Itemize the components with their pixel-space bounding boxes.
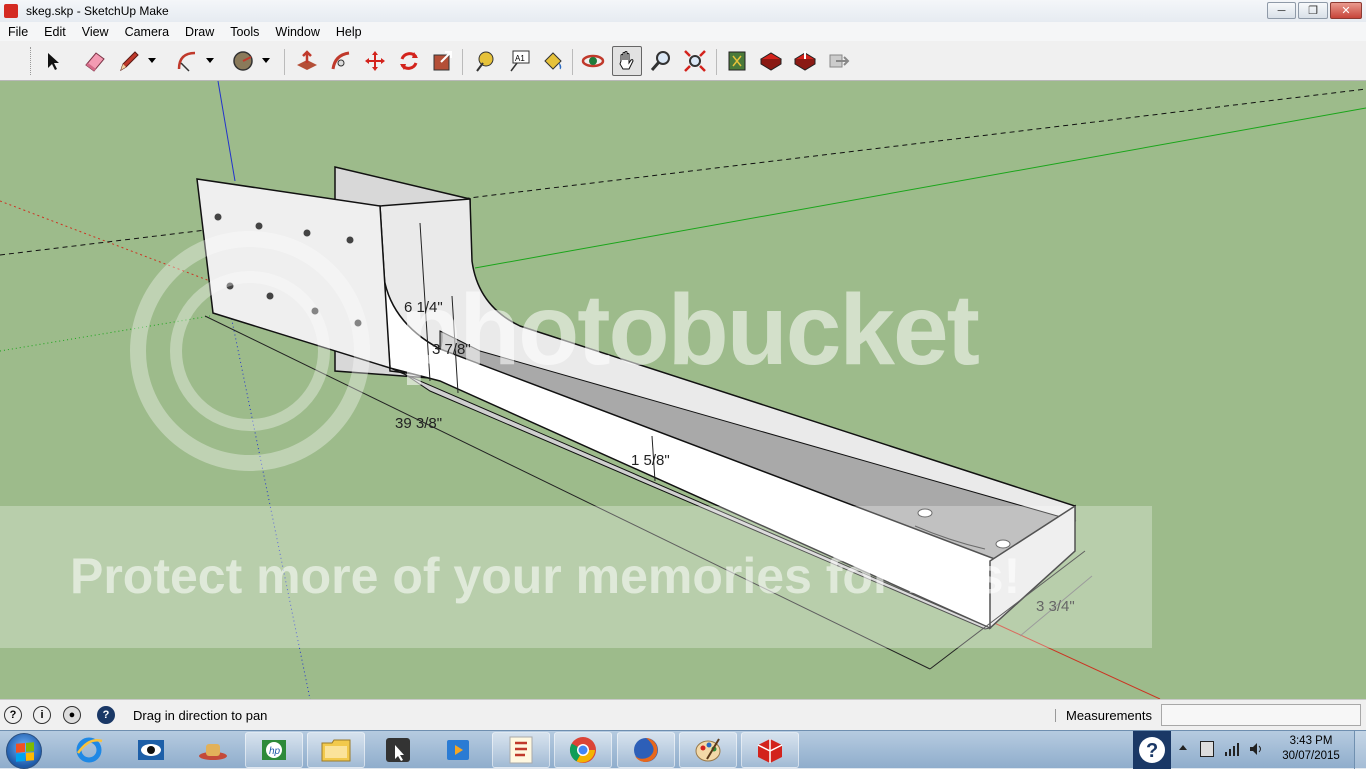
measurements-input[interactable]: [1161, 704, 1361, 726]
dimension-label-width: 3 3/4": [1036, 598, 1075, 615]
svg-text:A1: A1: [515, 54, 525, 63]
share-model-icon[interactable]: [790, 46, 820, 76]
orbit-tool-icon[interactable]: [578, 46, 608, 76]
restore-button[interactable]: ❐: [1298, 2, 1328, 19]
watermark-brand: photobucket: [400, 274, 980, 386]
menu-tools[interactable]: Tools: [222, 25, 267, 39]
toolbar-separator: [716, 49, 717, 75]
taskbar: hp ? 3:43 PM 30/07/2015: [0, 730, 1366, 769]
window-title: skeg.skp - SketchUp Make: [26, 4, 169, 18]
sketchup-app-icon[interactable]: [4, 4, 18, 18]
menu-help[interactable]: Help: [328, 25, 370, 39]
dimension-label-height: 6 1/4": [404, 299, 443, 316]
menu-window[interactable]: Window: [267, 25, 327, 39]
menu-file[interactable]: File: [0, 25, 36, 39]
file-explorer-icon[interactable]: [307, 732, 365, 768]
watermark-logo-inner: [170, 271, 330, 431]
paint-bucket-tool-icon[interactable]: [538, 46, 568, 76]
windows-logo-icon: [16, 742, 34, 762]
network-signal-icon[interactable]: [1224, 741, 1240, 757]
rotate-tool-icon[interactable]: [394, 46, 424, 76]
menu-camera[interactable]: Camera: [117, 25, 177, 39]
arc-tool-icon[interactable]: [172, 46, 214, 76]
toolbar-separator: [462, 49, 463, 75]
toolbar-separator: [284, 49, 285, 75]
menu-edit[interactable]: Edit: [36, 25, 74, 39]
credits-icon[interactable]: i: [33, 706, 51, 724]
svg-text:?: ?: [1146, 740, 1158, 762]
app-eye-icon[interactable]: [122, 732, 180, 768]
move-tool-icon[interactable]: [360, 46, 390, 76]
select-tool-icon[interactable]: [38, 46, 68, 76]
zoom-extents-tool-icon[interactable]: [680, 46, 710, 76]
svg-text:hp: hp: [269, 746, 281, 757]
show-desktop-button[interactable]: [1354, 731, 1366, 769]
firefox-icon[interactable]: [617, 732, 675, 768]
status-message: Drag in direction to pan: [133, 708, 268, 723]
measurements-label: Measurements: [1066, 708, 1152, 723]
app-red-icon[interactable]: [492, 732, 550, 768]
dimension-label-depth: 1 5/8": [631, 452, 670, 469]
clock-date: 30/07/2015: [1282, 750, 1340, 762]
tray-help-icon[interactable]: ?: [1133, 731, 1171, 769]
system-clock[interactable]: 3:43 PM 30/07/2015: [1276, 734, 1346, 764]
watermark-banner-text: Protect more of your memories for less!: [70, 548, 1021, 604]
pencil-tool-icon[interactable]: [114, 46, 156, 76]
volume-icon[interactable]: [1248, 741, 1264, 757]
eraser-tool-icon[interactable]: [80, 46, 110, 76]
app-hat-icon[interactable]: [184, 732, 242, 768]
status-divider: [1055, 709, 1056, 722]
menu-bar: File Edit View Camera Draw Tools Window …: [0, 22, 1366, 41]
toolbar: A1: [0, 41, 1366, 81]
dimension-label-length: 39 3/8": [395, 415, 443, 432]
follow-me-tool-icon[interactable]: [326, 46, 356, 76]
tray-expand-icon[interactable]: [1179, 745, 1187, 750]
green-axis: [474, 107, 1366, 269]
tape-measure-tool-icon[interactable]: [470, 46, 500, 76]
media-center-icon[interactable]: [369, 732, 427, 768]
pan-tool-icon[interactable]: [612, 46, 642, 76]
blue-axis: [217, 81, 236, 182]
status-bar: ? i ● ? Drag in direction to pan Measure…: [0, 699, 1366, 730]
drawing-viewport[interactable]: photobucket Protect more of your memorie…: [0, 81, 1366, 699]
push-pull-tool-icon[interactable]: [292, 46, 322, 76]
scale-tool-icon[interactable]: [428, 46, 458, 76]
media-player-icon[interactable]: [429, 732, 487, 768]
tray-device-icon[interactable]: [1200, 741, 1214, 757]
dimension-label-radius: 3 7/8": [432, 341, 471, 358]
title-bar: skeg.skp - SketchUp Make ─ ❐ ✕: [0, 0, 1366, 22]
menu-draw[interactable]: Draw: [177, 25, 222, 39]
hp-icon[interactable]: hp: [245, 732, 303, 768]
text-tool-icon[interactable]: A1: [504, 46, 534, 76]
extension-warehouse-icon[interactable]: [756, 46, 786, 76]
toolbar-grip[interactable]: [30, 47, 33, 75]
toolbar-separator: [572, 49, 573, 75]
menu-view[interactable]: View: [74, 25, 117, 39]
start-button[interactable]: [6, 733, 42, 769]
3d-warehouse-icon[interactable]: [722, 46, 752, 76]
preview-model-icon[interactable]: [824, 46, 854, 76]
clock-time: 3:43 PM: [1289, 735, 1333, 747]
close-button[interactable]: ✕: [1330, 2, 1362, 19]
paint-icon[interactable]: [679, 732, 737, 768]
zoom-tool-icon[interactable]: [646, 46, 676, 76]
internet-explorer-icon[interactable]: [60, 732, 118, 768]
sketchup-taskbar-icon[interactable]: [741, 732, 799, 768]
minimize-button[interactable]: ─: [1267, 2, 1296, 19]
geo-location-icon[interactable]: ?: [4, 706, 22, 724]
user-icon[interactable]: ●: [63, 706, 81, 724]
instructor-help-icon[interactable]: ?: [97, 706, 115, 724]
chrome-icon[interactable]: [554, 732, 612, 768]
circle-tool-icon[interactable]: [228, 46, 270, 76]
